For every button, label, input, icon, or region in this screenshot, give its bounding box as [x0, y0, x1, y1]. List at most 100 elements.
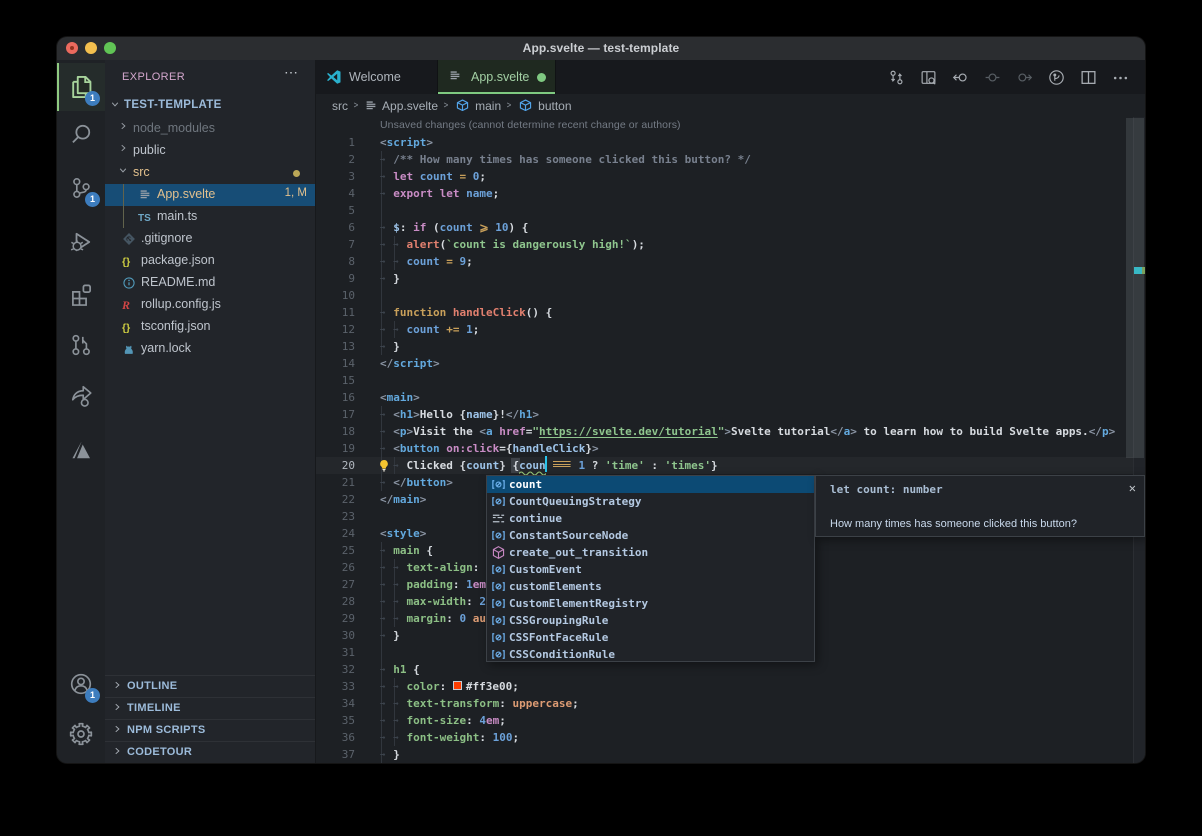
code-line-34: 34text-transform: uppercase; — [316, 695, 1145, 712]
tree-item-node-modules[interactable]: node_modules — [105, 118, 315, 140]
close-icon[interactable]: ✕ — [1129, 481, 1136, 495]
tree-item-package-json[interactable]: {}package.json — [105, 250, 315, 272]
tree-item-app-svelte[interactable]: App.svelte1, M — [105, 184, 315, 206]
breadcrumb-item[interactable]: App.svelte — [382, 99, 438, 113]
symbol-variable-icon — [490, 596, 506, 612]
tree-item-src[interactable]: src — [105, 162, 315, 184]
tree-indent-guide — [123, 184, 124, 228]
breadcrumb-item[interactable]: src — [332, 99, 348, 113]
suggest-item-constantsourcenode[interactable]: ConstantSourceNode — [487, 527, 814, 544]
more-actions-icon[interactable]: ⋯ — [284, 64, 299, 81]
code-line-10: 10 — [316, 287, 1145, 304]
code-line-5: 5 — [316, 202, 1145, 219]
breadcrumb-item[interactable]: button — [538, 99, 571, 113]
tab-label: App.svelte — [471, 70, 529, 84]
line-number: 17 — [316, 408, 355, 421]
code-line-20: 20Clicked {count} {coun 1 ? 'time' : 'ti… — [316, 457, 1145, 474]
tab-app-svelte[interactable]: App.svelte — [438, 60, 556, 94]
code-line-19: 19<button on:click={handleClick}> — [316, 440, 1145, 457]
next-change-icon[interactable] — [1013, 69, 1035, 86]
section-timeline[interactable]: TIMELINE — [105, 697, 315, 719]
prev-change-icon[interactable] — [949, 69, 971, 86]
json-file-icon: {} — [122, 254, 136, 268]
suggest-signature: let count: number — [830, 483, 943, 496]
suggest-item-continue[interactable]: continue — [487, 510, 814, 527]
scrollbar-thumb[interactable] — [1126, 118, 1144, 458]
azure-icon[interactable] — [57, 426, 105, 474]
breadcrumb-item[interactable]: main — [475, 99, 501, 113]
source-control-icon[interactable]: 1 — [57, 164, 105, 212]
tab-welcome[interactable]: Welcome — [316, 60, 438, 94]
more-actions-icon[interactable] — [1109, 69, 1131, 86]
code-line-35: 35font-size: 4em; — [316, 712, 1145, 729]
tree-item-yarn-lock[interactable]: yarn.lock — [105, 338, 315, 360]
vscode-window: App.svelte — test-template 111 EXPLORER … — [57, 37, 1145, 763]
explorer-sidebar: EXPLORER ⋯ TEST-TEMPLATEnode_modulespubl… — [105, 60, 316, 763]
suggest-item-create_out_transition[interactable]: create_out_transition — [487, 544, 814, 561]
tree-item-rollup-config-js[interactable]: Rrollup.config.js — [105, 294, 315, 316]
explorer-icon[interactable]: 1 — [57, 63, 105, 111]
title-bar[interactable]: App.svelte — test-template — [57, 37, 1145, 60]
code-line-32: 32h1 { — [316, 661, 1145, 678]
symbol-variable-icon — [490, 494, 506, 510]
lightbulb-icon[interactable] — [377, 459, 391, 473]
symbol-method-icon — [490, 545, 506, 561]
sidebar-sections: OUTLINETIMELINENPM SCRIPTSCODETOUR — [105, 675, 315, 763]
line-number: 22 — [316, 493, 355, 506]
suggest-item-customevent[interactable]: CustomEvent — [487, 561, 814, 578]
split-editor-icon[interactable] — [1077, 69, 1099, 86]
tree-item-public[interactable]: public — [105, 140, 315, 162]
source-control-badge: 1 — [85, 192, 100, 207]
line-number: 16 — [316, 391, 355, 404]
tree-item-main-ts[interactable]: TSmain.ts — [105, 206, 315, 228]
git-compare-icon[interactable] — [885, 69, 907, 86]
code-editor[interactable]: Unsaved changes (cannot determine recent… — [316, 117, 1145, 763]
rollup-file-icon: R — [122, 298, 136, 312]
code-line-8: 8count = 9; — [316, 253, 1145, 270]
tree-item-tsconfig-json[interactable]: {}tsconfig.json — [105, 316, 315, 338]
section-npm-scripts[interactable]: NPM SCRIPTS — [105, 719, 315, 741]
overview-ruler-mark — [1134, 267, 1142, 274]
suggest-item-count[interactable]: count — [487, 476, 814, 493]
section-outline[interactable]: OUTLINE — [105, 675, 315, 697]
suggest-item-customelementregistry[interactable]: CustomElementRegistry — [487, 595, 814, 612]
suggest-item-cssconditionrule[interactable]: CSSConditionRule — [487, 646, 814, 663]
code-line-3: 3let count = 0; — [316, 168, 1145, 185]
run-and-debug-icon[interactable] — [57, 218, 105, 266]
code-line-9: 9} — [316, 270, 1145, 287]
suggest-item-countqueuingstrategy[interactable]: CountQueuingStrategy — [487, 493, 814, 510]
line-number: 29 — [316, 612, 355, 625]
chevron-down-icon — [110, 99, 120, 112]
line-number: 11 — [316, 306, 355, 319]
tree-item-readme-md[interactable]: README.md — [105, 272, 315, 294]
line-number: 9 — [316, 272, 355, 285]
line-number: 8 — [316, 255, 355, 268]
tree-root[interactable]: TEST-TEMPLATE — [105, 96, 315, 118]
accounts-icon[interactable]: 1 — [57, 660, 105, 708]
extensions-icon[interactable] — [57, 271, 105, 319]
yarn-file-icon — [122, 342, 136, 356]
run-circle-icon[interactable] — [1045, 69, 1067, 86]
modified-dot — [537, 73, 546, 82]
symbol-cube-icon — [517, 98, 534, 113]
open-preview-icon[interactable] — [917, 69, 939, 86]
code-line-11: 11function handleClick() { — [316, 304, 1145, 321]
suggest-item-cssgroupingrule[interactable]: CSSGroupingRule — [487, 612, 814, 629]
tab-label: Welcome — [349, 70, 401, 84]
chevron-right-icon: > — [444, 100, 449, 111]
suggest-item-cssfontfacerule[interactable]: CSSFontFaceRule — [487, 629, 814, 646]
github-pull-requests-icon[interactable] — [57, 321, 105, 369]
tree-item--gitignore[interactable]: .gitignore — [105, 228, 315, 250]
symbol-keyword-icon — [490, 511, 506, 527]
settings-icon[interactable] — [57, 710, 105, 758]
live-share-icon[interactable] — [57, 372, 105, 420]
section-codetour[interactable]: CODETOUR — [105, 741, 315, 763]
symbol-variable-icon — [490, 528, 506, 544]
search-icon[interactable] — [57, 110, 105, 158]
line-number: 7 — [316, 238, 355, 251]
suggest-item-customelements[interactable]: customElements — [487, 578, 814, 595]
triple-equals-ligature — [552, 461, 572, 468]
chevron-icon — [118, 165, 128, 178]
code-line-2: 2/** How many times has someone clicked … — [316, 151, 1145, 168]
current-change-icon[interactable] — [981, 69, 1003, 86]
